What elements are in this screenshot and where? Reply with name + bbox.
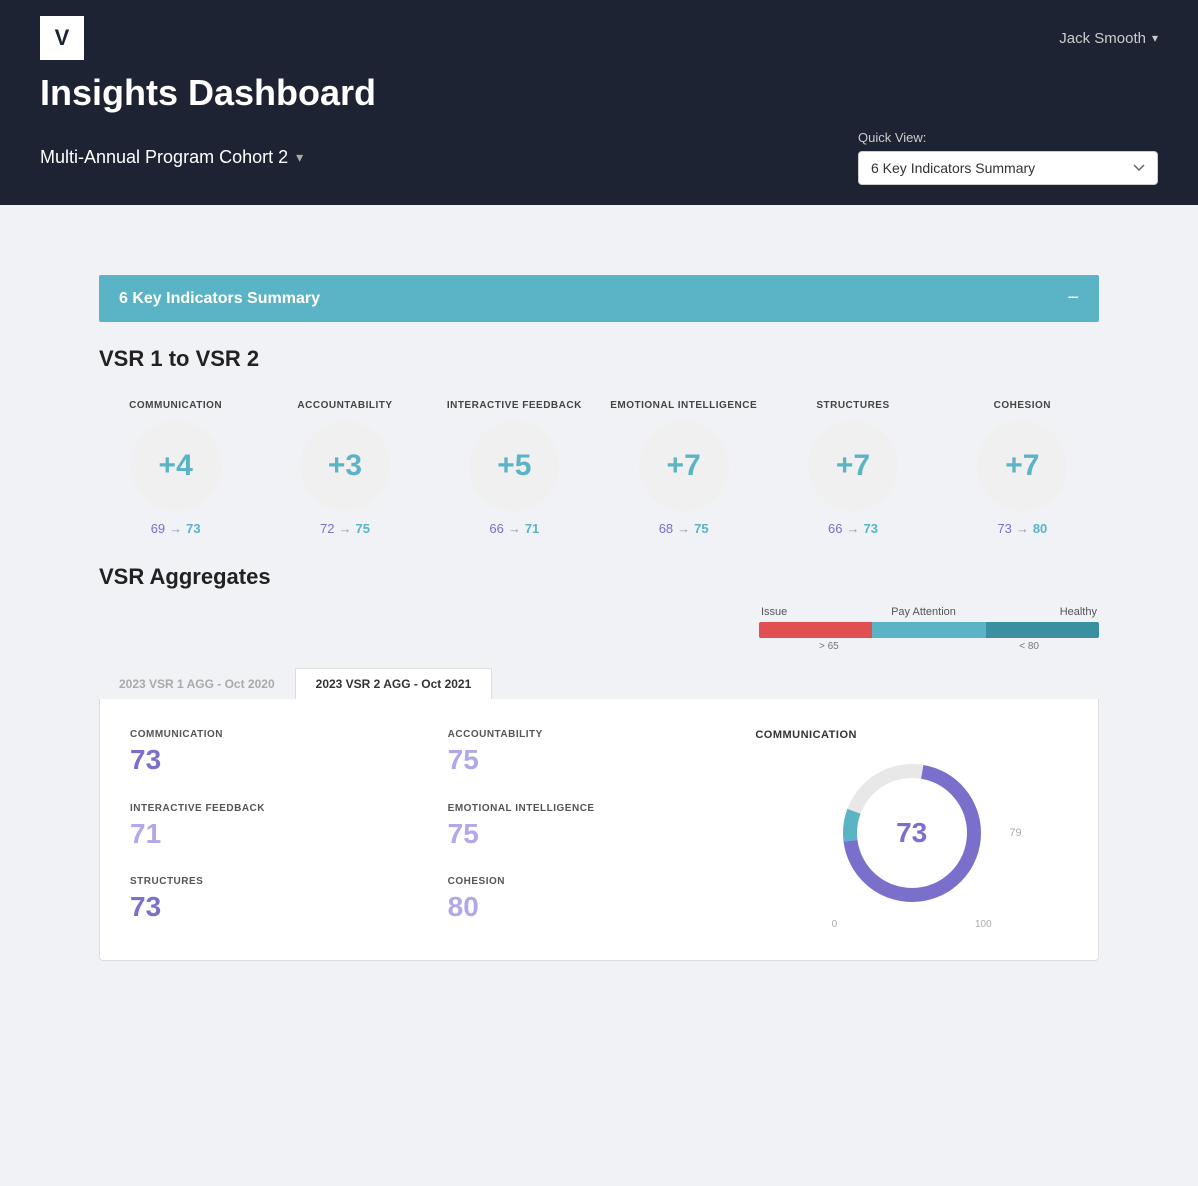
threshold-80: < 80	[1019, 641, 1039, 652]
range-start: 72	[320, 521, 334, 536]
metric-label: EMOTIONAL INTELLIGENCE	[448, 803, 756, 814]
indicator-col: INTERACTIVE FEEDBACK +5 66 → 71	[438, 400, 591, 536]
donut-min-label: 0	[832, 919, 838, 930]
donut-title: COMMUNICATION	[755, 729, 857, 741]
range-arrow-icon: →	[508, 521, 521, 536]
collapse-button[interactable]: −	[1067, 287, 1079, 310]
indicator-range: 68 → 75	[659, 521, 709, 536]
cohort-label: Multi-Annual Program Cohort 2	[40, 147, 288, 168]
indicator-label: INTERACTIVE FEEDBACK	[447, 400, 582, 411]
metric-label: INTERACTIVE FEEDBACK	[130, 803, 438, 814]
metric-value: 80	[448, 891, 756, 923]
legend-seg-blue-light	[872, 622, 985, 638]
metric-label: COHESION	[448, 876, 756, 887]
metric-item: COHESION 80	[448, 876, 756, 930]
metric-value: 73	[130, 891, 438, 923]
tab-0[interactable]: 2023 VSR 1 AGG - Oct 2020	[99, 668, 295, 699]
range-end: 71	[525, 521, 539, 536]
metric-value: 73	[130, 744, 438, 776]
indicator-range: 66 → 71	[489, 521, 539, 536]
quick-view-label: Quick View:	[858, 130, 1158, 145]
threshold-65: > 65	[819, 641, 839, 652]
metric-value: 71	[130, 818, 438, 850]
indicator-range: 69 → 73	[151, 521, 201, 536]
indicator-bubble: +7	[808, 421, 898, 511]
legend-seg-red	[759, 622, 872, 638]
range-start: 69	[151, 521, 165, 536]
metric-item: EMOTIONAL INTELLIGENCE 75	[448, 803, 756, 857]
metric-label: ACCOUNTABILITY	[448, 729, 756, 740]
donut-chart: 73 79	[832, 753, 992, 913]
range-start: 66	[489, 521, 503, 536]
range-arrow-icon: →	[1016, 521, 1029, 536]
donut-side-label: 79	[1009, 827, 1021, 839]
indicator-col: STRUCTURES +7 66 → 73	[776, 400, 929, 536]
range-end: 75	[694, 521, 708, 536]
quick-view-select[interactable]: 6 Key Indicators SummaryOverall SummaryV…	[858, 151, 1158, 185]
vsr-aggregates-title: VSR Aggregates	[99, 564, 1099, 590]
vsr-comparison-title: VSR 1 to VSR 2	[99, 346, 1099, 372]
legend-container: Issue Pay Attention Healthy > 65 < 80	[759, 606, 1099, 652]
indicator-col: COMMUNICATION +4 69 → 73	[99, 400, 252, 536]
app-logo: V	[40, 16, 84, 60]
indicator-label: COMMUNICATION	[129, 400, 222, 411]
indicator-label: ACCOUNTABILITY	[297, 400, 392, 411]
donut-value: 73	[896, 817, 927, 849]
range-arrow-icon: →	[846, 521, 859, 536]
indicator-range: 66 → 73	[828, 521, 878, 536]
tab-1[interactable]: 2023 VSR 2 AGG - Oct 2021	[295, 668, 493, 699]
legend-seg-blue-dark	[986, 622, 1099, 638]
section-header: 6 Key Indicators Summary −	[99, 275, 1099, 322]
indicator-bubble: +5	[469, 421, 559, 511]
indicators-grid: COMMUNICATION +4 69 → 73 ACCOUNTABILITY …	[99, 400, 1099, 536]
legend-label-issue: Issue	[761, 606, 787, 618]
donut-max-label: 100	[975, 919, 992, 930]
range-end: 73	[186, 521, 200, 536]
range-arrow-icon: →	[169, 521, 182, 536]
range-end: 73	[863, 521, 877, 536]
indicator-label: COHESION	[994, 400, 1051, 411]
cohort-dropdown-icon: ▾	[296, 149, 303, 166]
indicator-col: ACCOUNTABILITY +3 72 → 75	[268, 400, 421, 536]
metric-item: COMMUNICATION 73	[130, 729, 438, 783]
metric-label: STRUCTURES	[130, 876, 438, 887]
range-end: 75	[355, 521, 369, 536]
metric-item: STRUCTURES 73	[130, 876, 438, 930]
page-title: Insights Dashboard	[40, 72, 1158, 114]
indicator-range: 73 → 80	[997, 521, 1047, 536]
section-title: 6 Key Indicators Summary	[119, 290, 320, 308]
indicator-col: COHESION +7 73 → 80	[946, 400, 1099, 536]
indicator-col: EMOTIONAL INTELLIGENCE +7 68 → 75	[607, 400, 760, 536]
indicator-bubble: +7	[977, 421, 1067, 511]
range-start: 73	[997, 521, 1011, 536]
chevron-down-icon: ▾	[1152, 31, 1158, 45]
metric-value: 75	[448, 818, 756, 850]
metric-item: ACCOUNTABILITY 75	[448, 729, 756, 783]
agg-panel: COMMUNICATION 73 ACCOUNTABILITY 75 INTER…	[99, 699, 1099, 961]
tabs-row: 2023 VSR 1 AGG - Oct 20202023 VSR 2 AGG …	[99, 668, 1099, 699]
donut-area: COMMUNICATION 73 79 0 10	[755, 729, 1068, 930]
indicator-bubble: +3	[300, 421, 390, 511]
range-start: 68	[659, 521, 673, 536]
metric-label: COMMUNICATION	[130, 729, 438, 740]
legend-bar	[759, 622, 1099, 638]
range-arrow-icon: →	[677, 521, 690, 536]
indicator-bubble: +7	[639, 421, 729, 511]
metric-item: INTERACTIVE FEEDBACK 71	[130, 803, 438, 857]
indicator-range: 72 → 75	[320, 521, 370, 536]
cohort-selector[interactable]: Multi-Annual Program Cohort 2 ▾	[40, 147, 303, 168]
user-menu[interactable]: Jack Smooth ▾	[1059, 30, 1158, 47]
indicator-label: EMOTIONAL INTELLIGENCE	[610, 400, 757, 411]
indicator-label: STRUCTURES	[816, 400, 889, 411]
indicator-bubble: +4	[131, 421, 221, 511]
legend-label-healthy: Healthy	[1060, 606, 1097, 618]
legend-label-attention: Pay Attention	[891, 606, 956, 618]
range-end: 80	[1033, 521, 1047, 536]
range-start: 66	[828, 521, 842, 536]
user-name: Jack Smooth	[1059, 30, 1146, 47]
range-arrow-icon: →	[338, 521, 351, 536]
metric-value: 75	[448, 744, 756, 776]
